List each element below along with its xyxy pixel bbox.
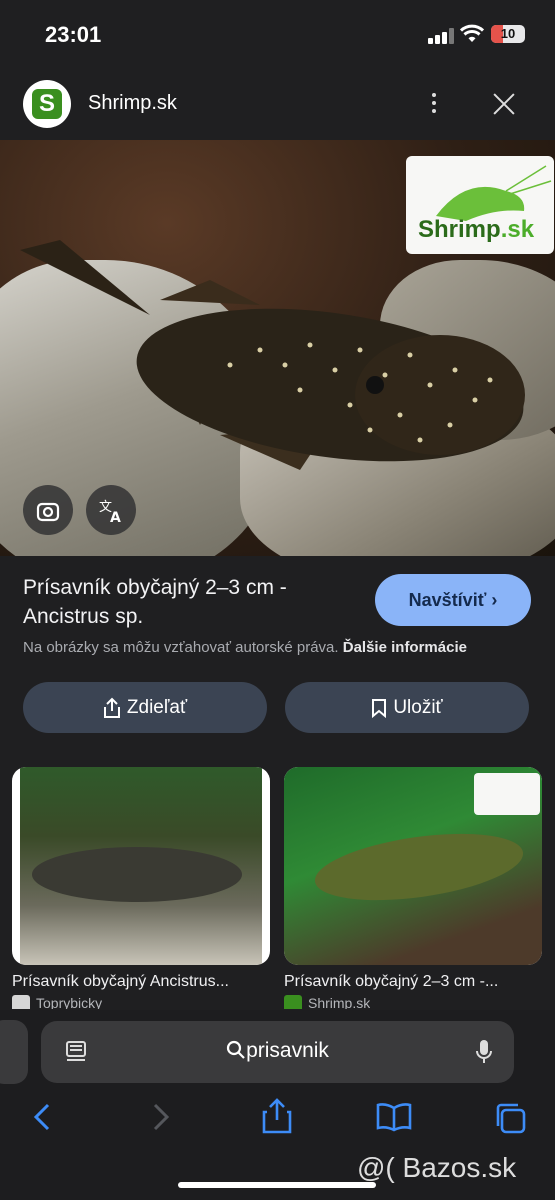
- related-image[interactable]: [12, 767, 270, 965]
- visit-button[interactable]: Navštíviť ›: [375, 574, 531, 626]
- related-caption[interactable]: Prísavník obyčajný 2–3 cm -...: [284, 973, 546, 991]
- back-icon[interactable]: [33, 1102, 51, 1132]
- wifi-icon: [460, 24, 484, 42]
- favicon-letter: S: [32, 89, 62, 119]
- more-options-icon[interactable]: [424, 90, 444, 118]
- microphone-icon[interactable]: [475, 1038, 493, 1066]
- bookmark-icon: [372, 698, 387, 718]
- related-source: Shrimp.sk: [284, 995, 370, 1009]
- forward-icon[interactable]: [152, 1102, 170, 1132]
- lens-search-icon[interactable]: [23, 485, 73, 535]
- related-source: Toprybicky: [12, 995, 102, 1009]
- site-favicon[interactable]: S: [23, 80, 71, 128]
- result-title[interactable]: Prísavník obyčajný 2–3 cm - Ancistrus sp…: [23, 573, 368, 631]
- hero-image[interactable]: Shrimp.sk 文 A: [0, 140, 555, 556]
- translate-icon[interactable]: 文 A: [86, 485, 136, 535]
- image-viewer-header: S Shrimp.sk: [0, 70, 555, 140]
- search-query[interactable]: prisavnik: [41, 1039, 514, 1063]
- share-icon[interactable]: [262, 1098, 292, 1134]
- site-name[interactable]: Shrimp.sk: [88, 92, 177, 115]
- logo-text: Shrimp.sk: [418, 216, 535, 243]
- related-caption[interactable]: Prísavník obyčajný Ancistrus...: [12, 973, 274, 991]
- battery-icon: 10: [491, 25, 525, 43]
- save-button[interactable]: Uložiť: [285, 682, 529, 733]
- related-image[interactable]: [284, 767, 542, 965]
- address-bar[interactable]: prisavnik: [41, 1021, 514, 1083]
- battery-level: 10: [500, 26, 516, 41]
- clock: 23:01: [45, 22, 102, 47]
- more-info-link[interactable]: Ďalšie informácie: [343, 639, 467, 656]
- share-button[interactable]: Zdieľať: [23, 682, 267, 733]
- watermark: @( Bazos.sk: [357, 1152, 517, 1183]
- copyright-note: Na obrázky sa môžu vzťahovať autorské pr…: [23, 639, 467, 656]
- home-indicator: [178, 1182, 376, 1188]
- svg-text:A: A: [110, 510, 121, 525]
- cellular-signal-icon: [428, 28, 454, 44]
- tabs-icon[interactable]: [494, 1102, 528, 1134]
- bookmarks-icon[interactable]: [376, 1102, 412, 1132]
- share-icon: [103, 697, 120, 718]
- search-icon: [226, 1040, 245, 1059]
- previous-tab-edge[interactable]: [0, 1020, 28, 1084]
- status-bar: 23:01 10: [0, 0, 555, 70]
- close-icon[interactable]: [490, 90, 518, 118]
